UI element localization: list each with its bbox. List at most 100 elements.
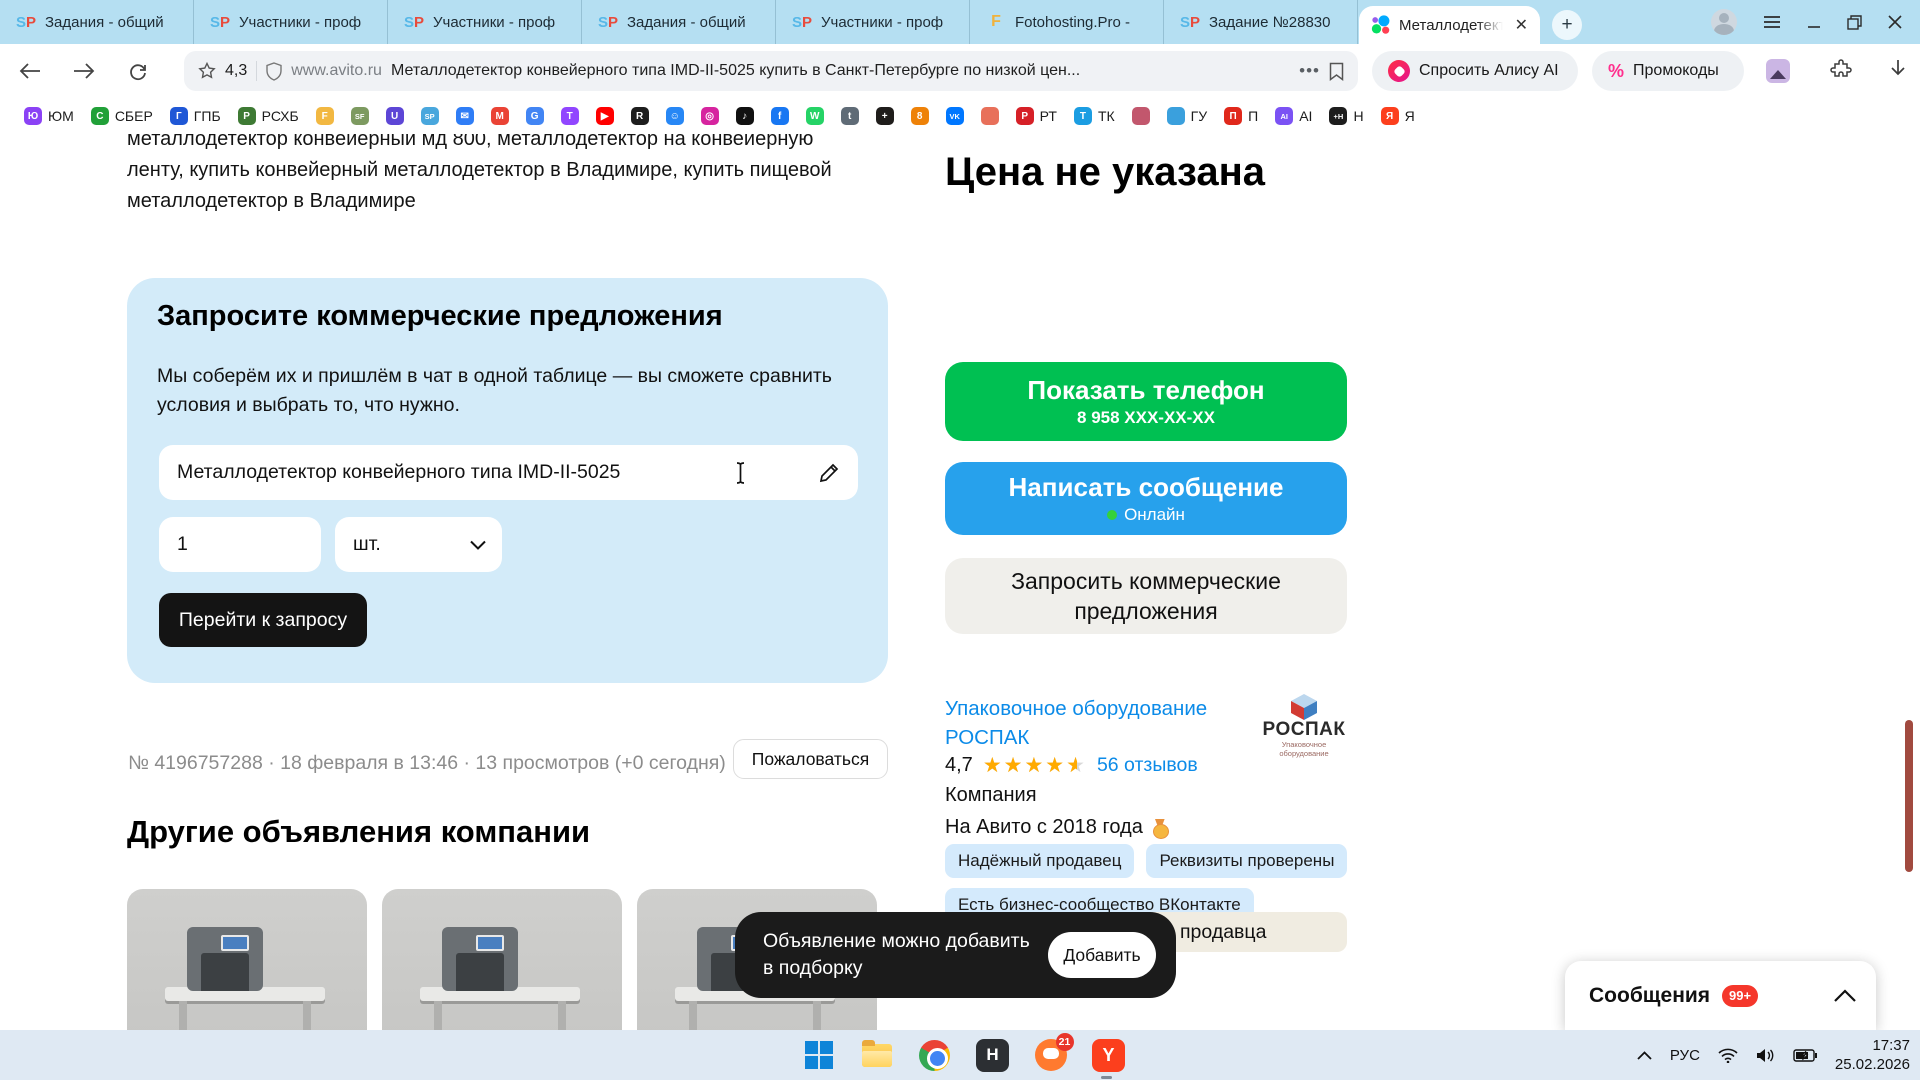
bookmark-tiktok[interactable]: ♪: [736, 107, 754, 125]
shield-icon[interactable]: [266, 62, 282, 81]
messenger-app-button[interactable]: 21: [1032, 1037, 1069, 1074]
seller-name-link[interactable]: Упаковочное оборудование РОСПАК: [945, 694, 1207, 752]
bookmark-vk-messenger[interactable]: ☺: [666, 107, 684, 125]
forward-button[interactable]: [64, 51, 104, 91]
online-status: Онлайн: [1124, 505, 1185, 525]
quantity-input[interactable]: 1: [159, 517, 321, 572]
tab-close-icon[interactable]: ✕: [1511, 15, 1532, 35]
browser-tab[interactable]: SPУчастники - проф: [388, 0, 582, 44]
bookmark-google[interactable]: G: [526, 107, 544, 125]
bookmark-mail[interactable]: ✉: [456, 107, 474, 125]
bookmark-yandex[interactable]: ЯЯ: [1381, 107, 1415, 125]
reload-button[interactable]: [118, 51, 158, 91]
unit-select[interactable]: шт.: [335, 517, 502, 572]
file-explorer-button[interactable]: [858, 1037, 895, 1074]
bookmark-odnoklassniki[interactable]: 8: [911, 107, 929, 125]
minimize-button[interactable]: [1807, 15, 1821, 29]
back-button[interactable]: [10, 51, 50, 91]
browser-tab[interactable]: FFotohosting.Pro -: [970, 0, 1164, 44]
battery-icon[interactable]: [1793, 1049, 1817, 1062]
wifi-icon[interactable]: [1718, 1048, 1738, 1063]
chrome-button[interactable]: [916, 1037, 953, 1074]
page-scrollbar[interactable]: [1905, 720, 1913, 872]
bookmark-palette[interactable]: [981, 107, 999, 125]
address-bar[interactable]: 4,3 www.avito.ru Металлодетектор конвейе…: [184, 51, 1358, 91]
screenshot-icon[interactable]: [1766, 59, 1790, 83]
tab-bar: SPЗадания - общийSPУчастники - профSPУча…: [0, 0, 1920, 44]
edit-pencil-icon[interactable]: [818, 462, 840, 484]
tab-active[interactable]: Металлодетект ✕: [1359, 6, 1540, 44]
product-name-input[interactable]: Металлодетектор конвейерного типа IMD-II…: [159, 445, 858, 500]
bookmark-gmail[interactable]: M: [491, 107, 509, 125]
bookmark-gazprombank[interactable]: ГГПБ: [170, 107, 221, 125]
bookmark-vk[interactable]: VK: [946, 107, 964, 125]
reviews-link[interactable]: 56 отзывов: [1097, 754, 1198, 777]
h-app-icon: H: [976, 1039, 1009, 1072]
sf-icon: SF: [351, 107, 369, 125]
bookmark-whatsapp[interactable]: W: [806, 107, 824, 125]
bookmark-fotohosting[interactable]: F: [316, 107, 334, 125]
menu-icon[interactable]: [1763, 15, 1781, 29]
avito-favicon-icon: [1371, 15, 1391, 35]
bookmark-shield-u[interactable]: U: [386, 107, 404, 125]
show-phone-button[interactable]: Показать телефон 8 958 XXX-XX-XX: [945, 362, 1347, 441]
browser-tab[interactable]: SPЗадания - общий: [0, 0, 194, 44]
h-plus-icon: +H: [1329, 107, 1347, 125]
bookmark-ai[interactable]: AIAI: [1275, 107, 1312, 125]
bookmark-rshb[interactable]: РРСХБ: [238, 107, 299, 125]
language-indicator[interactable]: РУС: [1670, 1047, 1700, 1064]
bookmark-tenchat[interactable]: t: [841, 107, 859, 125]
bookmark-sp[interactable]: SP: [421, 107, 439, 125]
product-image-card[interactable]: [382, 889, 622, 1030]
maximize-button[interactable]: [1847, 15, 1862, 30]
star-rating-icon[interactable]: [198, 62, 216, 80]
ask-alice-button[interactable]: Спросить Алису AI: [1372, 51, 1578, 91]
request-offers-button[interactable]: Запросить коммерческие предложения: [945, 558, 1347, 634]
more-options-icon[interactable]: •••: [1299, 61, 1320, 81]
bookmark-settings[interactable]: [1132, 107, 1150, 125]
browser-tab[interactable]: SPУчастники - проф: [194, 0, 388, 44]
browser-tab[interactable]: SPЗадания - общий: [582, 0, 776, 44]
bookmark-instagram[interactable]: ◎: [701, 107, 719, 125]
clock[interactable]: 17:37 25.02.2026: [1835, 1036, 1910, 1074]
tenchat-icon: t: [841, 107, 859, 125]
close-button[interactable]: [1888, 15, 1902, 29]
bookmark-yoomoney[interactable]: ЮЮМ: [24, 107, 74, 125]
extensions-icon[interactable]: [1830, 59, 1854, 83]
browser-tab[interactable]: SPУчастники - проф: [776, 0, 970, 44]
bookmark-rt[interactable]: РРТ: [1016, 107, 1057, 125]
write-message-button[interactable]: Написать сообщение Онлайн: [945, 462, 1347, 535]
divider: [256, 61, 257, 81]
bookmark-h-plus[interactable]: +HН: [1329, 107, 1363, 125]
profile-avatar[interactable]: [1711, 9, 1737, 35]
start-button[interactable]: [800, 1037, 837, 1074]
chevron-up-icon[interactable]: [1834, 989, 1856, 1002]
tab-label: Fotohosting.Pro -: [1015, 14, 1130, 31]
bookmark-facebook[interactable]: f: [771, 107, 789, 125]
bookmark-label: СБЕР: [115, 108, 153, 124]
bookmark-rutube[interactable]: R: [631, 107, 649, 125]
bookmark-threads[interactable]: +: [876, 107, 894, 125]
bookmark-icon[interactable]: [1329, 62, 1344, 81]
messages-widget[interactable]: Сообщения 99+: [1565, 961, 1876, 1030]
product-image-card[interactable]: [127, 889, 367, 1030]
h-app-button[interactable]: H: [974, 1037, 1011, 1074]
bookmark-tk[interactable]: ТТК: [1074, 107, 1115, 125]
report-button[interactable]: Пожаловаться: [733, 739, 888, 779]
bookmark-sf[interactable]: SF: [351, 107, 369, 125]
downloads-icon[interactable]: [1888, 59, 1908, 81]
bookmark-globe[interactable]: ГУ: [1167, 107, 1207, 125]
browser-tab[interactable]: SPЗадание №28830: [1164, 0, 1358, 44]
bookmark-p-red[interactable]: ПП: [1224, 107, 1258, 125]
new-tab-button[interactable]: +: [1552, 10, 1582, 40]
bookmark-twitch[interactable]: T: [561, 107, 579, 125]
tray-chevron-icon[interactable]: [1637, 1051, 1652, 1060]
volume-icon[interactable]: [1756, 1048, 1775, 1063]
add-to-collection-button[interactable]: Добавить: [1048, 932, 1156, 978]
bookmark-youtube[interactable]: ▶: [596, 107, 614, 125]
browser-toolbar: 4,3 www.avito.ru Металлодетектор конвейе…: [0, 44, 1920, 98]
bookmark-sber[interactable]: ССБЕР: [91, 107, 153, 125]
yandex-browser-button[interactable]: Y: [1090, 1037, 1127, 1074]
go-to-request-button[interactable]: Перейти к запросу: [159, 593, 367, 647]
promocodes-button[interactable]: % Промокоды: [1592, 51, 1744, 91]
